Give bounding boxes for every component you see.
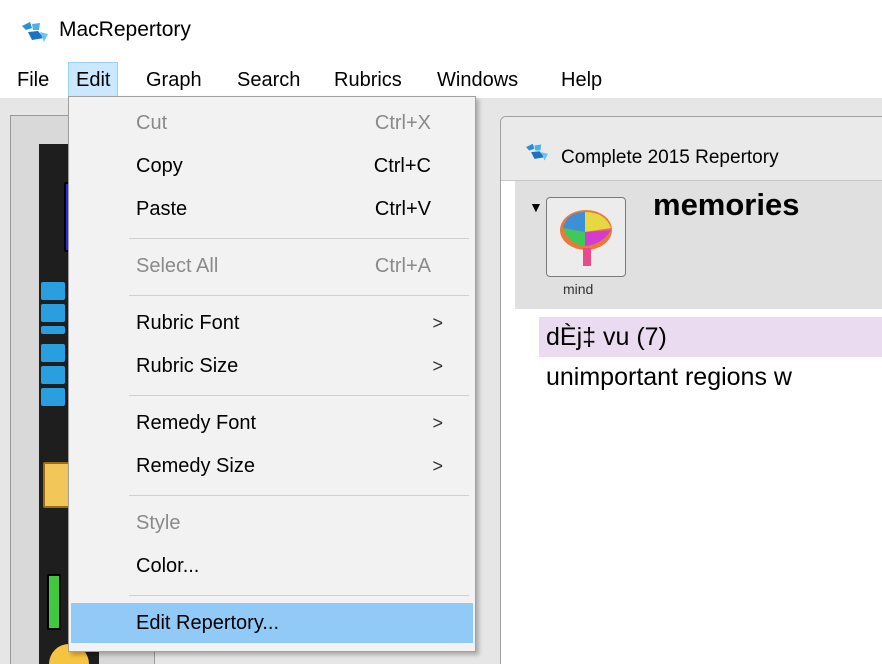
submenu-arrow-icon: >: [432, 313, 443, 333]
menu-item-rubric-size[interactable]: Rubric Size >: [71, 346, 473, 386]
rubric-heading: memories: [653, 187, 800, 222]
menu-item-label: Paste: [136, 198, 188, 220]
menu-item-remedy-font[interactable]: Remedy Font >: [71, 403, 473, 443]
tool-3-icon[interactable]: [41, 366, 65, 384]
menu-item-shortcut: Ctrl+X: [374, 112, 431, 134]
repertory-window-title: Complete 2015 Repertory: [561, 147, 779, 168]
level-indicator-icon: [47, 574, 61, 630]
menu-item-label: Copy: [136, 155, 183, 177]
rubric-header: ▼ mind memories: [515, 181, 882, 309]
menu-item-rubric-font[interactable]: Rubric Font >: [71, 303, 473, 343]
menu-item-label: Remedy Font: [136, 412, 257, 434]
mind-chapter-label: mind: [563, 281, 594, 297]
menu-item-shortcut: Ctrl+V: [374, 198, 431, 220]
rubric-row[interactable]: dÈj‡ vu (7): [539, 317, 882, 357]
menu-item-label: Style: [136, 512, 181, 534]
menu-separator: [129, 595, 469, 596]
submenu-arrow-icon: >: [432, 413, 443, 433]
repertory-window-titlebar[interactable]: Complete 2015 Repertory: [501, 117, 882, 181]
submenu-arrow-icon: >: [432, 356, 443, 376]
menu-help[interactable]: Help: [554, 62, 609, 98]
menu-item-copy[interactable]: Copy Ctrl+C: [71, 146, 473, 186]
repertory-window: Complete 2015 Repertory ▼ mind memories …: [500, 116, 882, 664]
submenu-arrow-icon: >: [432, 456, 443, 476]
menu-item-label: Rubric Font: [136, 312, 240, 334]
menu-item-edit-repertory[interactable]: Edit Repertory...: [71, 603, 473, 643]
brain-icon: [560, 210, 612, 266]
menu-item-paste[interactable]: Paste Ctrl+V: [71, 189, 473, 229]
menu-item-style[interactable]: Style: [71, 503, 473, 543]
menu-item-color[interactable]: Color...: [71, 546, 473, 586]
menu-item-label: Remedy Size: [136, 455, 255, 477]
tool-5-icon[interactable]: [41, 388, 65, 406]
menu-edit[interactable]: Edit: [68, 62, 119, 98]
repertory-logo-icon: [526, 143, 548, 161]
tool-1-icon[interactable]: [41, 344, 65, 362]
tool-a-icon[interactable]: [41, 282, 65, 300]
menu-item-cut[interactable]: Cut Ctrl+X: [71, 103, 473, 143]
menu-separator: [129, 395, 469, 396]
title-bar: MacRepertory: [0, 0, 882, 62]
menu-bar: File Edit Graph Search Rubrics Windows H…: [0, 62, 882, 98]
menu-item-label: Rubric Size: [136, 355, 239, 377]
menu-separator: [129, 295, 469, 296]
menu-item-label: Select All: [136, 255, 219, 277]
tool-c-icon[interactable]: [41, 304, 65, 322]
app-logo-icon: [22, 22, 48, 42]
menu-rubrics[interactable]: Rubrics: [327, 62, 409, 98]
menu-item-shortcut: Ctrl+A: [374, 255, 431, 277]
menu-search[interactable]: Search: [230, 62, 307, 98]
menu-windows[interactable]: Windows: [430, 62, 525, 98]
menu-item-label: Cut: [136, 112, 168, 134]
rubric-row[interactable]: unimportant regions w: [539, 357, 882, 397]
tool-bar-icon[interactable]: [41, 326, 65, 334]
menu-item-select-all[interactable]: Select All Ctrl+A: [71, 246, 473, 286]
menu-separator: [129, 238, 469, 239]
menu-item-remedy-size[interactable]: Remedy Size >: [71, 446, 473, 486]
app-title: MacRepertory: [59, 18, 191, 41]
menu-separator: [129, 495, 469, 496]
menu-item-label: Color...: [136, 555, 200, 577]
edit-menu-dropdown: Cut Ctrl+X Copy Ctrl+C Paste Ctrl+V Sele…: [68, 96, 476, 652]
mind-chapter-button[interactable]: [546, 197, 626, 277]
menu-item-shortcut: Ctrl+C: [373, 155, 431, 177]
menu-graph[interactable]: Graph: [139, 62, 209, 98]
expand-triangle-icon[interactable]: ▼: [529, 199, 543, 215]
menu-item-label: Edit Repertory...: [136, 612, 280, 634]
menu-file[interactable]: File: [10, 62, 56, 98]
